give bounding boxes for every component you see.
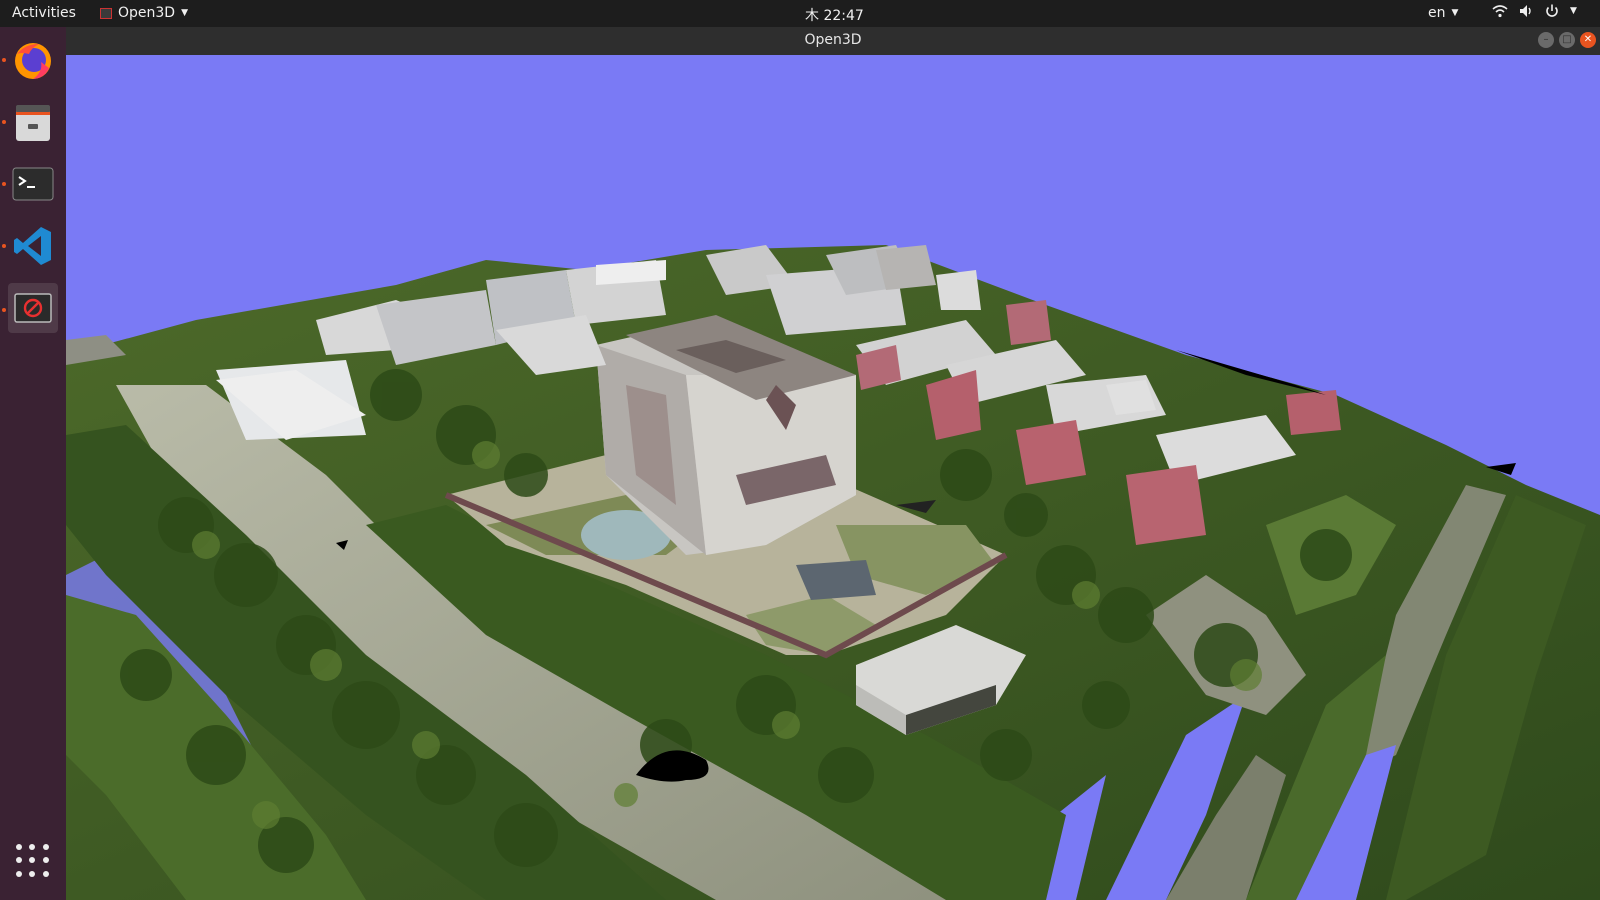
window-titlebar[interactable]: Open3D – □ ✕ bbox=[66, 27, 1600, 55]
point-cloud-render bbox=[66, 245, 1600, 900]
minimize-button[interactable]: – bbox=[1538, 32, 1554, 48]
window-title: Open3D bbox=[804, 32, 862, 48]
app-menu[interactable]: Open3D ▼ bbox=[100, 5, 188, 21]
chevron-down-icon: ▼ bbox=[181, 8, 189, 18]
running-indicator bbox=[2, 58, 6, 62]
running-indicator bbox=[2, 244, 6, 248]
close-button[interactable]: ✕ bbox=[1580, 32, 1596, 48]
clock[interactable]: 木 22:47 bbox=[805, 5, 864, 25]
dock bbox=[0, 27, 66, 900]
firefox-launcher[interactable] bbox=[8, 35, 58, 85]
activities-button[interactable]: Activities bbox=[12, 5, 76, 21]
firefox-icon bbox=[15, 43, 51, 79]
chevron-down-icon: ▼ bbox=[1570, 6, 1577, 16]
open3d-launcher[interactable] bbox=[8, 283, 58, 333]
app-menu-label: Open3D bbox=[118, 5, 176, 21]
open3d-app-icon bbox=[100, 7, 112, 19]
files-launcher[interactable] bbox=[8, 97, 58, 147]
maximize-icon: □ bbox=[1562, 34, 1572, 45]
show-applications-icon[interactable] bbox=[16, 844, 50, 878]
chevron-down-icon: ▼ bbox=[1451, 8, 1459, 18]
open3d-viewport[interactable] bbox=[66, 55, 1600, 900]
wifi-icon bbox=[1492, 5, 1508, 18]
system-tray[interactable]: ▼ bbox=[1492, 3, 1577, 19]
vscode-launcher[interactable] bbox=[8, 221, 58, 271]
top-bar: Activities Open3D ▼ 木 22:47 en ▼ ▼ bbox=[0, 0, 1600, 27]
open3d-icon bbox=[14, 293, 52, 323]
power-icon bbox=[1546, 4, 1558, 17]
close-icon: ✕ bbox=[1583, 34, 1593, 45]
running-indicator bbox=[2, 308, 6, 312]
volume-icon bbox=[1520, 5, 1531, 17]
vscode-icon bbox=[14, 227, 51, 265]
running-indicator bbox=[2, 120, 6, 124]
terminal-icon bbox=[12, 167, 54, 201]
files-icon bbox=[16, 105, 50, 141]
minimize-icon: – bbox=[1543, 34, 1549, 45]
language-indicator[interactable]: en ▼ bbox=[1428, 5, 1458, 21]
maximize-button[interactable]: □ bbox=[1559, 32, 1575, 48]
language-label: en bbox=[1428, 5, 1446, 21]
running-indicator bbox=[2, 182, 6, 186]
terminal-launcher[interactable] bbox=[8, 159, 58, 209]
